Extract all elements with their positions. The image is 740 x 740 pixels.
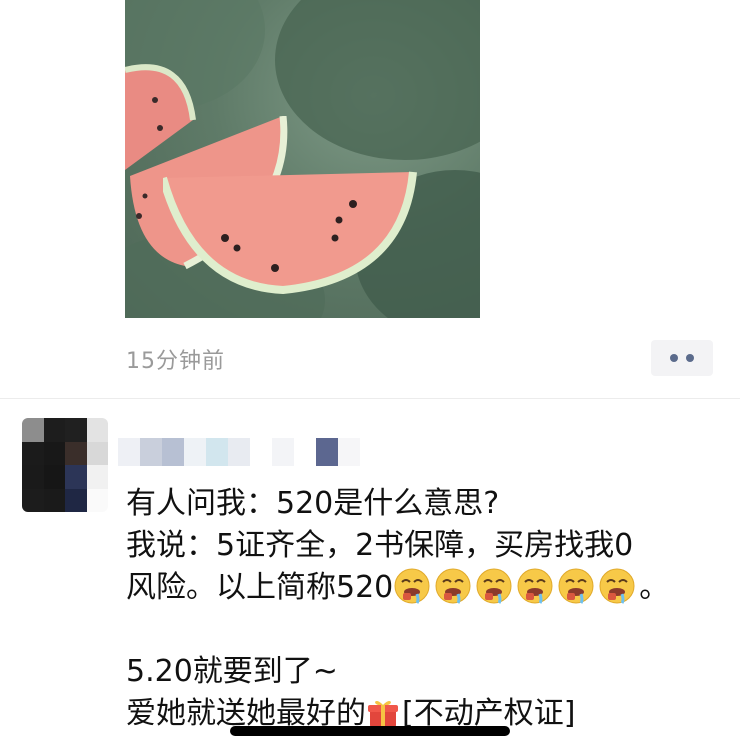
post-line-5: 5.20就要到了~	[126, 654, 338, 689]
more-button[interactable]	[651, 340, 713, 376]
post-text: 有人问我：520是什么意思? 我说：5证齐全，2书保障，买房找我0 风险。以上简…	[126, 483, 726, 735]
watermelon-slice-front	[163, 168, 423, 298]
drooling-face-emoji-icon	[393, 567, 431, 605]
more-dots-icon	[670, 354, 678, 362]
post-line-1: 有人问我：520是什么意思?	[126, 486, 500, 521]
gift-icon	[366, 695, 400, 729]
post-photo[interactable]	[125, 0, 480, 318]
drooling-face-emoji-icon	[475, 567, 513, 605]
home-indicator	[230, 726, 510, 736]
post-timestamp: 15分钟前	[126, 349, 225, 374]
post-line-3-text: 风险。以上简称520	[126, 570, 394, 605]
emoji-row	[393, 567, 639, 605]
avatar[interactable]	[22, 418, 108, 512]
username-mosaic[interactable]	[118, 438, 360, 466]
divider	[0, 398, 740, 399]
drooling-face-emoji-icon	[598, 567, 636, 605]
drooling-face-emoji-icon	[434, 567, 472, 605]
post-line-2: 我说：5证齐全，2书保障，买房找我0	[126, 528, 634, 563]
drooling-face-emoji-icon	[516, 567, 554, 605]
drooling-face-emoji-icon	[557, 567, 595, 605]
post-line-3: 风险。以上简称520 。	[126, 567, 726, 609]
post-line-3-end: 。	[639, 570, 670, 605]
